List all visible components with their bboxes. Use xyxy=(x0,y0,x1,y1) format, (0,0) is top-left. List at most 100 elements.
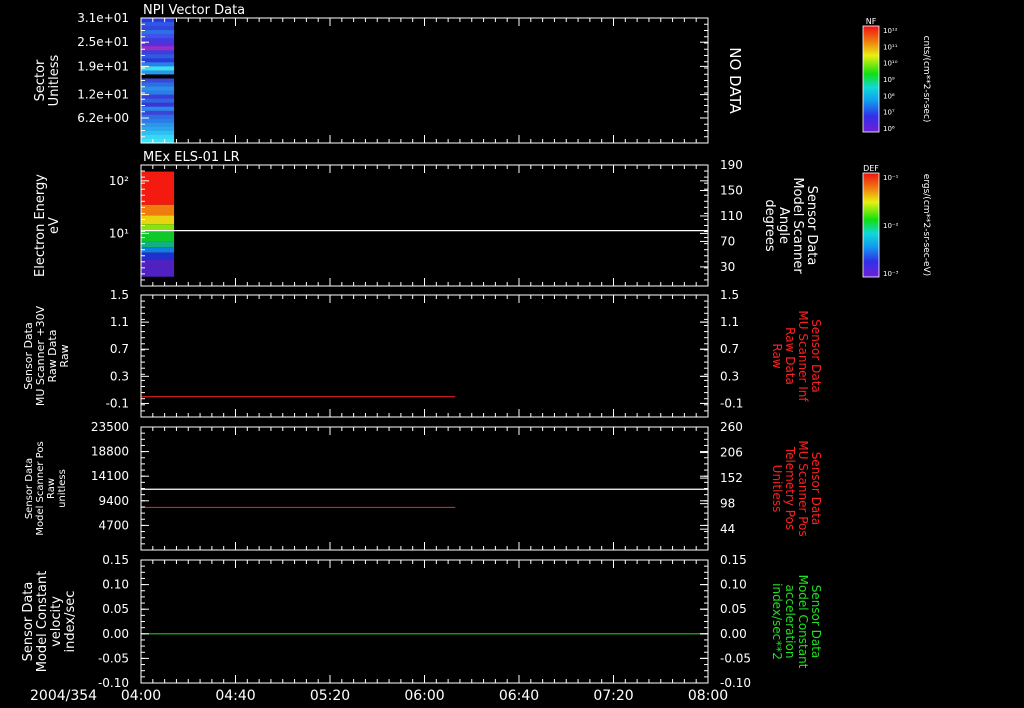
heatmap-cell xyxy=(141,110,175,116)
y-tick-label: 1.2e+01 xyxy=(77,88,129,102)
heatmap-cell xyxy=(141,34,175,39)
right-axis-label: degrees xyxy=(762,199,777,252)
spectrogram-band xyxy=(141,252,175,260)
y-tick-label: 10² xyxy=(109,174,129,188)
right-y-tick-label: 1.5 xyxy=(720,288,739,302)
right-y-tick-label: 260 xyxy=(720,420,743,434)
spectrogram-band xyxy=(141,215,175,225)
heatmap-cell xyxy=(141,126,175,132)
y-tick-label: 2.5e+01 xyxy=(77,35,129,49)
right-y-tick-label: 0.10 xyxy=(720,578,747,592)
heatmap-cell xyxy=(141,50,175,55)
right-y-tick-label: 44 xyxy=(720,522,735,536)
y-tick-label: 0.05 xyxy=(102,602,129,616)
y-tick-label: 0.3 xyxy=(110,369,129,383)
heatmap-cell xyxy=(141,42,175,47)
colorbar-gradient xyxy=(862,172,880,278)
panel-title: NPI Vector Data xyxy=(143,3,245,18)
colorbar-label: NF xyxy=(866,17,877,26)
right-axis-label: Sensor Data xyxy=(809,585,823,659)
right-y-tick-label: 0.3 xyxy=(720,369,739,383)
right-y-tick-label: 30 xyxy=(720,260,735,274)
colorbar-tick-label: 10⁸ xyxy=(883,92,895,100)
heatmap-cell xyxy=(141,106,175,112)
spectrogram-band xyxy=(141,171,175,205)
right-y-tick-label: 98 xyxy=(720,497,735,511)
right-axis-label: Sensor Data xyxy=(809,452,823,526)
y-tick-label: 1.1 xyxy=(110,315,129,329)
right-axis-label: Unitless xyxy=(770,465,784,513)
spectrogram-band xyxy=(141,259,175,277)
heatmap-cell xyxy=(141,46,175,51)
right-axis-label: Telemetry Pos xyxy=(783,446,797,530)
y-axis-label: velocity xyxy=(49,596,64,647)
heatmap-cell xyxy=(141,114,175,120)
right-y-tick-label: 110 xyxy=(720,209,743,223)
right-axis-label: Sensor Data xyxy=(809,319,823,393)
spectrogram-band xyxy=(141,247,175,253)
colorbar-tick-label: 10⁹ xyxy=(883,76,895,84)
y-axis-label: Raw xyxy=(46,478,57,499)
spectrogram-band xyxy=(141,231,175,242)
heatmap-cell xyxy=(141,102,175,108)
panel-title: MEx ELS-01 LR xyxy=(143,150,240,165)
x-tick-label: 06:00 xyxy=(404,688,444,704)
heatmap-cell xyxy=(141,134,175,140)
right-y-tick-label: 152 xyxy=(720,471,743,485)
right-axis-label: MU Scanner Inf xyxy=(796,310,810,402)
right-axis-label: MU Scanner Pos xyxy=(796,440,810,536)
colorbar-tick-label: 10⁻³ xyxy=(883,270,899,278)
x-tick-label: 05:20 xyxy=(310,688,350,704)
y-axis-label: Sensor Data xyxy=(24,458,35,519)
right-axis-label: Angle xyxy=(776,207,791,244)
heatmap-cell xyxy=(141,122,175,128)
y-axis-label: Raw xyxy=(58,344,71,367)
x-tick-label: 06:40 xyxy=(499,688,539,704)
y-tick-label: 9400 xyxy=(98,494,129,508)
right-y-tick-label: 150 xyxy=(720,183,743,197)
y-axis-label: unitless xyxy=(57,469,68,508)
y-axis-label: Sector xyxy=(33,59,48,101)
spectrogram-band xyxy=(141,241,175,248)
right-axis-label: acceleration xyxy=(783,585,797,659)
x-tick-label: 04:00 xyxy=(121,688,161,704)
heatmap-cell xyxy=(141,66,175,71)
right-y-tick-label: 206 xyxy=(720,446,743,460)
y-tick-label: 0.15 xyxy=(102,553,129,567)
heatmap-cell xyxy=(141,70,175,75)
right-axis-label: Model Constant xyxy=(796,575,810,669)
no-data-label: NO DATA xyxy=(726,47,744,114)
colorbar-label: DEF xyxy=(863,164,879,173)
heatmap-cell xyxy=(141,98,175,104)
right-y-tick-label: 0.05 xyxy=(720,602,747,616)
right-y-tick-label: 190 xyxy=(720,158,743,172)
y-tick-label: -0.1 xyxy=(106,396,129,410)
y-tick-label: -0.05 xyxy=(98,651,129,665)
heatmap-cell xyxy=(141,30,175,35)
right-axis-label: Model Scanner xyxy=(790,177,805,274)
y-tick-label: 10¹ xyxy=(109,226,129,240)
right-y-tick-label: 0.7 xyxy=(720,342,739,356)
heatmap-cell xyxy=(141,74,175,79)
colorbar-tick-label: 10¹⁰ xyxy=(883,60,898,68)
heatmap-cell xyxy=(141,86,175,92)
x-tick-label: 08:00 xyxy=(688,688,728,704)
colorbar-tick-label: 10⁷ xyxy=(883,109,895,117)
right-y-tick-label: 0.15 xyxy=(720,553,747,567)
colorbar-tick-label: 10¹² xyxy=(883,27,898,35)
colorbar-tick-label: 10¹¹ xyxy=(883,43,898,51)
colorbar-unit: cnts/(cm**2-sr-sec) xyxy=(921,36,931,123)
heatmap-cell xyxy=(141,54,175,59)
heatmap-cell xyxy=(141,22,175,27)
colorbar-tick-label: 10⁻¹ xyxy=(883,174,899,182)
right-axis-label: index/sec**2 xyxy=(770,583,784,660)
colorbar-tick-label: 10⁻² xyxy=(883,222,899,230)
heatmap-cell xyxy=(141,26,175,31)
heatmap-cell xyxy=(141,118,175,124)
right-axis-label: Raw xyxy=(770,343,784,368)
y-axis-label: index/sec xyxy=(63,591,78,653)
y-axis-label: Model Scanner Pos xyxy=(35,441,46,535)
colorbar-gradient xyxy=(862,25,880,133)
y-tick-label: 14100 xyxy=(91,469,129,483)
y-tick-label: 1.5 xyxy=(110,288,129,302)
